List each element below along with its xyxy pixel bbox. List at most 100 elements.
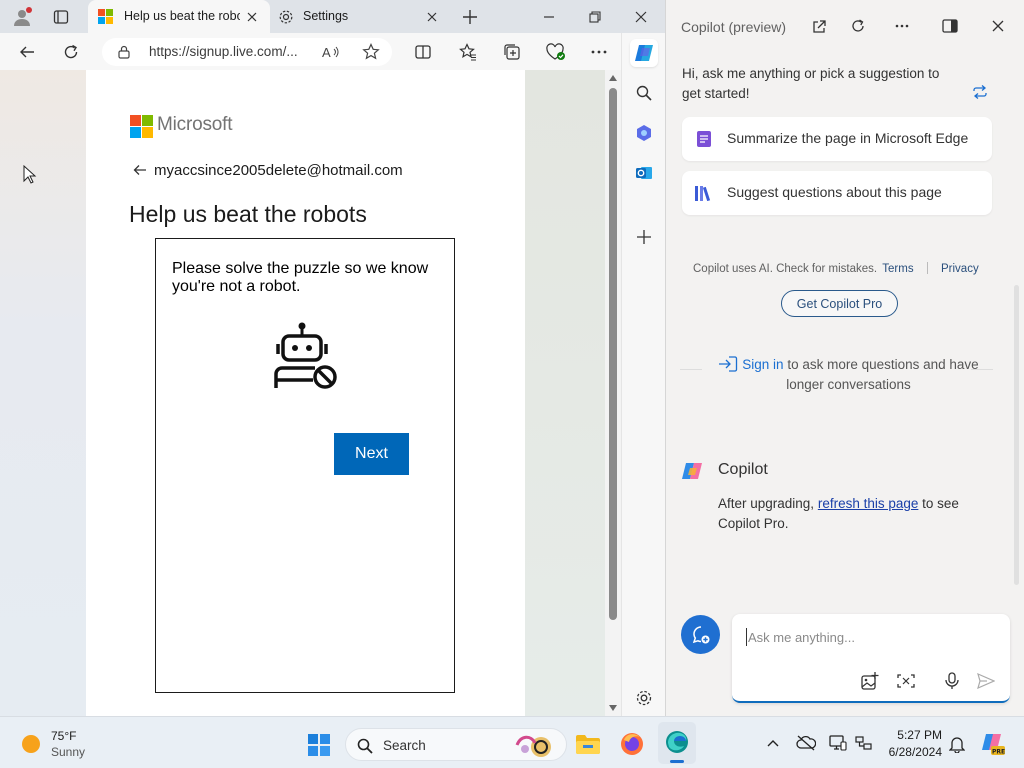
new-chat-icon (690, 624, 711, 645)
sign-in-link[interactable]: Sign in (742, 357, 783, 372)
split-screen-icon[interactable] (412, 41, 434, 63)
clock-time[interactable]: 5:27 PM (884, 728, 942, 742)
refresh-icon[interactable] (60, 41, 82, 63)
favorite-star-icon[interactable] (361, 42, 381, 62)
display-icon[interactable] (827, 733, 849, 753)
read-aloud-icon[interactable]: A (321, 42, 341, 62)
send-icon[interactable] (975, 670, 997, 692)
brand-name: Microsoft (157, 114, 233, 135)
more-options-icon[interactable] (588, 41, 610, 63)
privacy-link[interactable]: Privacy (941, 263, 979, 275)
address-url[interactable]: https://signup.live.com/... (149, 44, 309, 59)
minimize-icon[interactable] (537, 5, 561, 29)
mouse-cursor-icon (22, 164, 38, 186)
copilot-scrollbar[interactable] (1014, 285, 1019, 585)
edge-taskbar-button[interactable] (658, 722, 696, 764)
browser-toolbar: https://signup.live.com/... A (0, 33, 665, 70)
page-title: Help us beat the robots (129, 201, 367, 227)
add-image-icon[interactable] (859, 670, 881, 692)
microsoft-logo-icon (129, 114, 153, 138)
new-tab-icon[interactable] (458, 5, 482, 29)
copilot-input[interactable]: Ask me anything... (732, 614, 1010, 703)
get-copilot-pro-button[interactable]: Get Copilot Pro (781, 290, 898, 317)
sun-icon[interactable] (20, 733, 42, 755)
suggestion-label: Summarize the page in Microsoft Edge (727, 130, 969, 146)
close-window-icon[interactable] (629, 5, 653, 29)
new-topic-button[interactable] (681, 615, 720, 654)
back-icon[interactable] (16, 41, 38, 63)
microphone-icon[interactable] (941, 670, 963, 692)
games-icon[interactable] (632, 121, 656, 145)
account-email: myaccsince2005delete@hotmail.com (154, 162, 403, 179)
lock-icon[interactable] (116, 44, 132, 60)
edge-icon (664, 729, 690, 755)
weather-temperature[interactable]: 75°F (51, 729, 76, 743)
assistant-message: After upgrading, refresh this page to se… (718, 494, 988, 534)
refresh-page-link[interactable]: refresh this page (818, 496, 919, 511)
outlook-icon[interactable] (632, 161, 656, 185)
tab-settings[interactable]: Settings (272, 0, 448, 33)
refresh-copilot-icon[interactable] (848, 16, 868, 36)
divider (680, 369, 702, 370)
clock-date[interactable]: 6/28/2024 (884, 745, 942, 759)
copilot-greeting: Hi, ask me anything or pick a suggestion… (682, 66, 940, 101)
taskbar-search[interactable]: Search (345, 728, 567, 761)
tab-actions-icon[interactable] (50, 6, 72, 28)
switch-suggestions-icon[interactable] (970, 82, 990, 102)
browser-essentials-icon[interactable] (545, 41, 567, 63)
disclaimer-text: Copilot uses AI. Check for mistakes. (693, 263, 878, 275)
windows-start-icon[interactable] (306, 732, 332, 758)
network-icon[interactable] (853, 733, 875, 753)
search-icon[interactable] (632, 81, 656, 105)
text-caret (746, 628, 747, 646)
notification-bell-icon[interactable] (947, 734, 967, 754)
signin-prompt: Sign in to ask more questions and have l… (716, 355, 981, 395)
terms-link[interactable]: Terms (882, 263, 913, 275)
input-placeholder: Ask me anything... (748, 630, 855, 645)
onedrive-offline-icon[interactable] (795, 733, 817, 753)
screenshot-icon[interactable] (895, 670, 917, 692)
profile-icon[interactable] (10, 5, 34, 29)
chevron-up-icon[interactable] (764, 734, 782, 752)
open-in-new-tab-icon[interactable] (809, 17, 829, 37)
suggestion-questions-page[interactable]: Suggest questions about this page (682, 171, 992, 215)
tab-close-icon[interactable] (423, 8, 441, 26)
address-bar[interactable]: https://signup.live.com/... A (102, 38, 392, 66)
weather-description[interactable]: Sunny (51, 745, 85, 759)
gear-icon (277, 8, 295, 26)
add-app-icon[interactable] (632, 225, 656, 249)
scrollbar-thumb[interactable] (609, 88, 617, 620)
puzzle-instruction: Please solve the puzzle so we know you'r… (172, 260, 429, 295)
scroll-up-icon[interactable] (607, 73, 619, 83)
close-pane-icon[interactable] (988, 16, 1008, 36)
svg-text:PRE: PRE (992, 749, 1005, 756)
page-scrollbar[interactable] (605, 70, 621, 716)
search-icon (356, 737, 374, 755)
copilot-pre-icon[interactable]: PRE (980, 731, 1006, 757)
sidebar-settings-icon[interactable] (632, 686, 656, 710)
collections-icon[interactable] (501, 41, 523, 63)
back-arrow-icon[interactable] (132, 162, 148, 178)
suggestion-label: Suggest questions about this page (727, 184, 942, 200)
file-explorer-icon[interactable] (573, 730, 603, 758)
puzzle-frame: Please solve the puzzle so we know you'r… (155, 238, 455, 693)
copilot-icon[interactable] (630, 39, 658, 67)
tab-strip: Help us beat the robots Settings (0, 0, 665, 33)
document-icon (694, 129, 714, 149)
tab-help-us-beat-the-robots[interactable]: Help us beat the robots (88, 0, 270, 33)
message-text: After upgrading, (718, 496, 815, 511)
favorites-icon[interactable] (457, 41, 479, 63)
copilot-more-icon[interactable] (892, 16, 912, 36)
restore-icon[interactable] (583, 5, 607, 29)
copilot-logo-icon (680, 458, 706, 484)
scroll-down-icon[interactable] (607, 703, 619, 713)
suggestion-summarize-page[interactable]: Summarize the page in Microsoft Edge (682, 117, 992, 161)
tab-title: Help us beat the robots (124, 9, 240, 23)
copilot-disclaimer: Copilot uses AI. Check for mistakes. Ter… (693, 262, 979, 275)
dock-pane-icon[interactable] (940, 16, 960, 36)
active-indicator (670, 760, 684, 763)
search-label: Search (383, 738, 426, 753)
next-button[interactable]: Next (334, 433, 409, 475)
firefox-icon[interactable] (617, 730, 647, 758)
tab-close-icon[interactable] (243, 8, 261, 26)
